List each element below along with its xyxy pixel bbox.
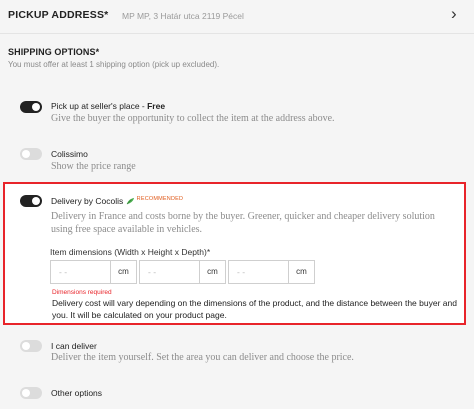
delivery-cost-note: Delivery cost will vary depending on the… <box>52 298 457 320</box>
option-pickup-title: Pick up at seller's place - Free <box>51 101 165 111</box>
option-cocolis-description-line2: using free space available in vehicles. <box>51 224 203 235</box>
depth-unit: cm <box>288 261 314 283</box>
option-cocolis-label: Delivery by Cocolis <box>51 196 124 206</box>
pickup-address-label: PICKUP ADDRESS* <box>8 9 109 21</box>
chevron-right-icon[interactable]: › <box>451 5 457 22</box>
option-other-title: Other options <box>51 388 103 398</box>
option-cocolis-description-line1: Delivery in France and costs borne by th… <box>51 211 435 222</box>
option-pickup-label: Pick up at seller's place - <box>51 101 148 111</box>
option-colissimo-description: Show the price range <box>51 161 136 172</box>
depth-field: cm <box>228 260 315 284</box>
width-unit: cm <box>110 261 136 283</box>
recommended-badge: RECOMMENDED <box>136 196 184 202</box>
pickup-address-row[interactable]: PICKUP ADDRESS* MP MP, 3 Határ utca 2119… <box>0 0 474 34</box>
colissimo-toggle[interactable] <box>20 148 42 160</box>
option-self-delivery-title: I can deliver <box>51 341 97 351</box>
height-field: cm <box>139 260 226 284</box>
option-pickup-description: Give the buyer the opportunity to collec… <box>51 113 335 124</box>
width-input[interactable] <box>51 261 109 283</box>
self-delivery-toggle[interactable] <box>20 340 42 352</box>
other-options-toggle[interactable] <box>20 387 42 399</box>
cocolis-toggle[interactable] <box>20 195 42 207</box>
depth-input[interactable] <box>229 261 287 283</box>
section-title: SHIPPING OPTIONS* <box>8 47 100 57</box>
option-cocolis-title: Delivery by Cocolis RECOMMENDED <box>51 196 183 206</box>
pickup-address-value: MP MP, 3 Határ utca 2119 Pécel <box>122 11 244 21</box>
leaf-icon <box>126 197 134 205</box>
width-field: cm <box>50 260 137 284</box>
option-colissimo-title: Colissimo <box>51 149 88 159</box>
height-input[interactable] <box>140 261 198 283</box>
section-subtitle: You must offer at least 1 shipping optio… <box>8 60 220 69</box>
option-pickup-price: Free <box>147 101 166 111</box>
option-self-delivery-description: Deliver the item yourself. Set the area … <box>51 352 354 363</box>
dimensions-label: Item dimensions (Width x Height x Depth)… <box>50 247 211 257</box>
dimensions-error: Dimensions required <box>52 289 112 296</box>
pickup-toggle[interactable] <box>20 101 42 113</box>
height-unit: cm <box>199 261 225 283</box>
